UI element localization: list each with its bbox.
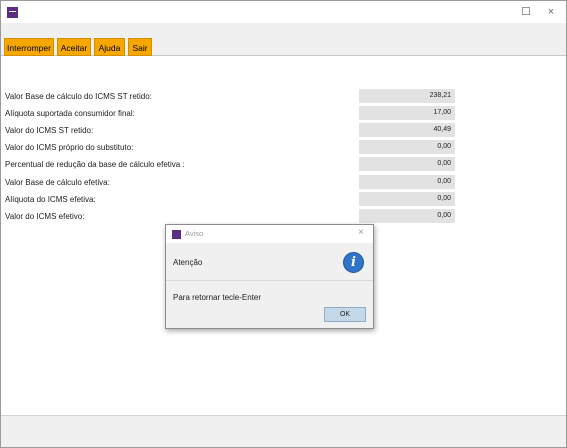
label-base-calculo-efetiva: Valor Base de cálculo efetiva: (5, 178, 110, 187)
status-bar (1, 415, 566, 447)
interromper-button[interactable]: Interromper (4, 38, 54, 56)
field-percentual-reducao[interactable]: 0,00 (359, 157, 455, 171)
label-icms-proprio: Valor do ICMS próprio do substituto: (5, 143, 134, 152)
maximize-button[interactable]: ☐ (518, 4, 534, 20)
title-bar: ☐ × (1, 1, 566, 23)
sair-button[interactable]: Sair (128, 38, 152, 56)
label-icms-efetivo: Valor do ICMS efetivo: (5, 212, 85, 221)
dialog-message: Para retornar tecle-Enter (173, 293, 262, 302)
dialog-title-bar: Aviso × (166, 225, 373, 243)
field-base-calculo-st[interactable]: 238,21 (359, 89, 455, 103)
app-icon (7, 7, 18, 18)
label-percentual-reducao: Percentual de redução da base de cálculo… (5, 160, 185, 169)
field-icms-st-retido[interactable]: 40,49 (359, 123, 455, 137)
dialog-divider (166, 280, 373, 281)
aceitar-button[interactable]: Aceitar (57, 38, 91, 56)
label-base-calculo-st: Valor Base de cálculo do ICMS ST retido: (5, 92, 152, 101)
ajuda-button[interactable]: Ajuda (94, 38, 125, 56)
field-base-calculo-efetiva[interactable]: 0,00 (359, 175, 455, 189)
close-button[interactable]: × (543, 4, 559, 20)
dialog-close-icon[interactable]: × (358, 227, 364, 238)
field-icms-efetivo[interactable]: 0,00 (359, 209, 455, 223)
label-icms-st-retido: Valor do ICMS ST retido: (5, 126, 94, 135)
field-aliquota-consumidor[interactable]: 17,00 (359, 106, 455, 120)
dialog-heading: Atenção (173, 258, 203, 267)
aviso-dialog: Aviso × Atenção i Para retornar tecle-En… (165, 224, 374, 329)
dialog-title: Aviso (185, 229, 204, 238)
info-icon: i (343, 252, 364, 273)
field-icms-proprio[interactable]: 0,00 (359, 140, 455, 154)
toolbar: Interromper Aceitar Ajuda Sair (1, 23, 566, 56)
ok-button[interactable]: OK (324, 307, 366, 322)
label-aliquota-consumidor: Alíquota suportada consumidor final: (5, 109, 135, 118)
label-aliquota-efetiva: Alíquota do ICMS efetiva: (5, 195, 96, 204)
dialog-app-icon (172, 230, 181, 239)
field-aliquota-efetiva[interactable]: 0,00 (359, 192, 455, 206)
